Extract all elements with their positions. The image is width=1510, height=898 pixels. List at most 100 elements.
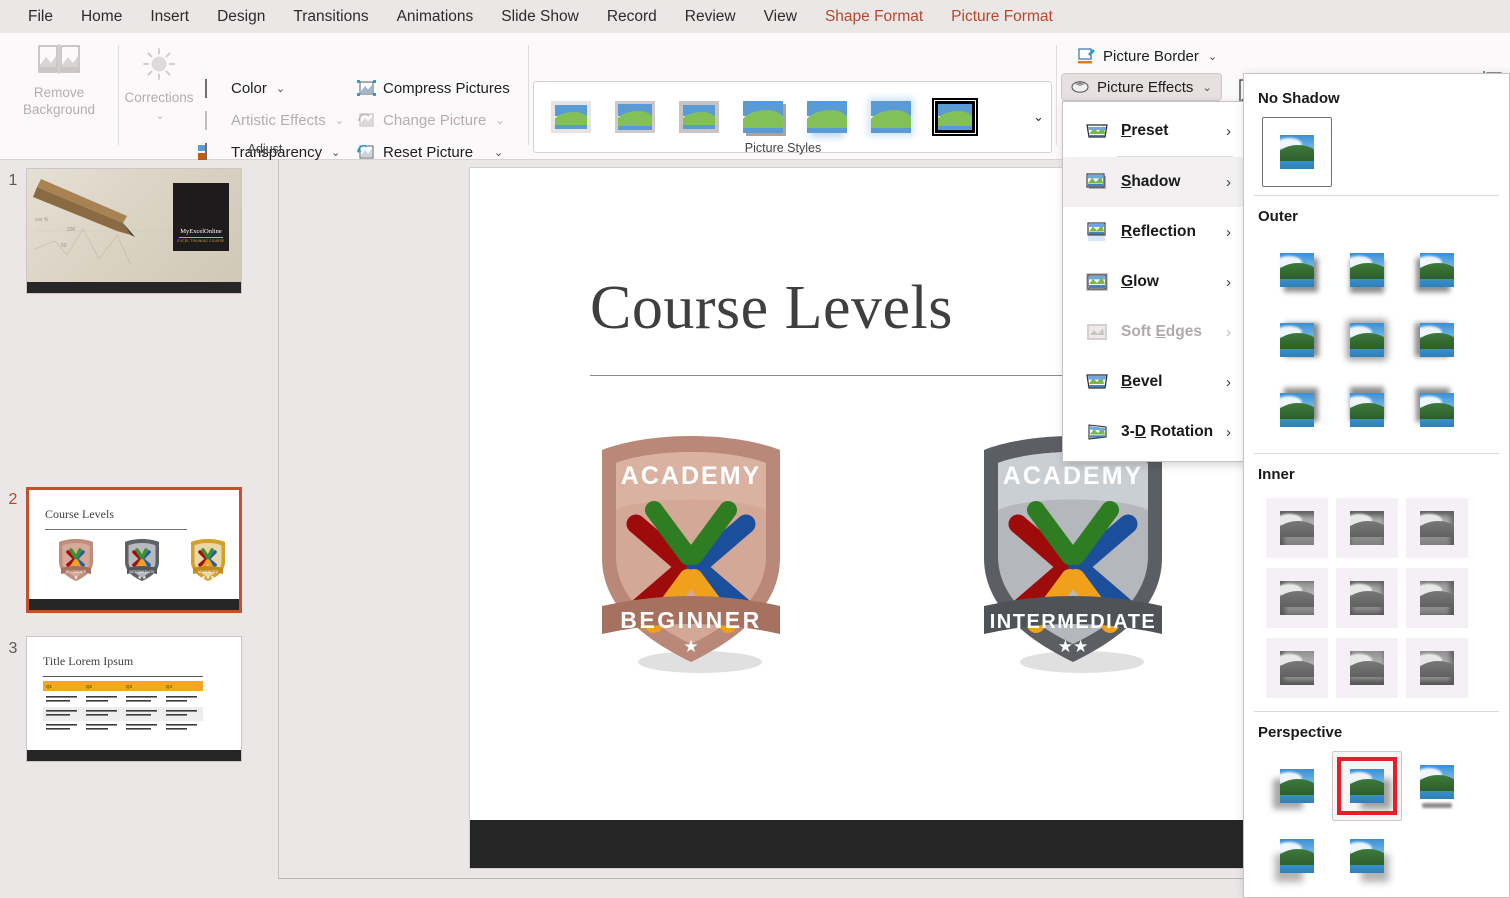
menu-item-glow[interactable]: Glow › [1063, 257, 1243, 307]
picture-style-thumb-6[interactable] [860, 89, 922, 145]
tab-record[interactable]: Record [593, 4, 671, 30]
slide3-th-q2: Q2 [86, 684, 93, 689]
chevron-down-icon[interactable]: ⌄ [276, 82, 285, 95]
color-button[interactable]: Color ⌄ [200, 73, 290, 103]
picture-effects-menu[interactable]: Preset › Shadow › Reflection › Glow › So… [1062, 101, 1244, 462]
slide-thumbnail-canvas[interactable]: xxx % 200 50 MyExcelOnline EXCEL TRAININ… [26, 168, 242, 294]
chevron-down-icon[interactable]: ⌄ [1208, 50, 1217, 63]
slide-thumbnail-2[interactable]: 2 Course Levels BEGINNER ★ INTERMEDIATE … [0, 487, 242, 613]
svg-text:200: 200 [67, 227, 76, 233]
shadow-group-perspective[interactable] [1244, 749, 1476, 893]
shadow-thumb-inner-2[interactable] [1332, 493, 1402, 563]
slide-thumbnail-1[interactable]: 1 xxx % 200 50 MyExcelOnline EXCEL TRAIN… [0, 168, 242, 294]
slide2-badge-advanced: ADVANCED ★★★ [189, 538, 227, 582]
svg-text:INTERMEDIATE: INTERMEDIATE [130, 570, 156, 574]
shadow-thumb-inner-5[interactable] [1332, 563, 1402, 633]
change-picture-button[interactable]: Change Picture ⌄ [352, 105, 510, 135]
tab-shape-format[interactable]: Shape Format [811, 4, 937, 30]
slides-thumbnail-panel[interactable]: 1 xxx % 200 50 MyExcelOnline EXCEL TRAIN… [0, 160, 278, 898]
shadow-thumb-no-shadow-1[interactable] [1262, 117, 1332, 187]
tab-animations[interactable]: Animations [383, 4, 488, 30]
shadow-thumb-outer-5[interactable] [1332, 305, 1402, 375]
tab-insert[interactable]: Insert [136, 4, 203, 30]
shadow-thumb-inner-8[interactable] [1332, 633, 1402, 703]
picture-border-icon [1077, 48, 1096, 64]
badge-intermediate[interactable]: ACADEMY INTERMEDIATE ★★ [970, 430, 1180, 680]
shadow-thumb-inner-4[interactable] [1262, 563, 1332, 633]
svg-text:ACADEMY: ACADEMY [621, 462, 761, 490]
tab-review[interactable]: Review [671, 4, 750, 30]
slide-thumbnail-canvas[interactable]: Course Levels BEGINNER ★ INTERMEDIATE ★★… [26, 487, 242, 613]
menu-item-reflection[interactable]: Reflection › [1063, 207, 1243, 257]
svg-text:50: 50 [61, 243, 67, 249]
picture-style-thumb-4[interactable] [732, 89, 794, 145]
menu-item-3d-rotation[interactable]: 3-D Rotation › [1063, 407, 1243, 457]
shadow-submenu-panel[interactable]: No Shadow Outer Inner Perspective [1243, 73, 1510, 898]
chevron-down-icon[interactable]: ⌄ [155, 109, 164, 122]
corrections-button[interactable]: Corrections ⌄ [120, 47, 198, 122]
chevron-right-icon: › [1226, 122, 1231, 140]
picture-effects-label: Picture Effects [1097, 78, 1194, 96]
tab-design[interactable]: Design [203, 4, 279, 30]
slide-thumbnail-canvas[interactable]: Title Lorem Ipsum Q1 Q2 Q3 Q4 [26, 636, 242, 762]
shadow-group-no-shadow[interactable] [1244, 115, 1509, 189]
shadow-thumb-outer-8[interactable] [1332, 375, 1402, 445]
shadow-thumb-outer-2[interactable] [1332, 235, 1402, 305]
tab-view[interactable]: View [750, 4, 811, 30]
picture-style-thumb-7[interactable] [924, 89, 986, 145]
tab-home[interactable]: Home [67, 4, 136, 30]
shadow-thumb-outer-7[interactable] [1262, 375, 1332, 445]
remove-background-icon [37, 43, 81, 79]
shadow-thumb-inner-6[interactable] [1402, 563, 1472, 633]
section-divider [1254, 711, 1499, 712]
shadow-thumb-outer-3[interactable] [1402, 235, 1472, 305]
shadow-thumb-outer-9[interactable] [1402, 375, 1472, 445]
shadow-thumb-inner-7[interactable] [1262, 633, 1332, 703]
remove-background-button[interactable]: Remove Background [8, 43, 110, 117]
picture-style-thumb-2[interactable] [604, 89, 666, 145]
picture-border-button[interactable]: Picture Border ⌄ [1068, 42, 1226, 70]
compress-pictures-button[interactable]: Compress Pictures [352, 73, 515, 103]
shadow-thumb-perspective-3[interactable] [1402, 751, 1472, 821]
artistic-effects-button[interactable]: Artistic Effects ⌄ [200, 105, 349, 135]
shadow-thumb-perspective-5[interactable] [1332, 821, 1402, 891]
slide-title[interactable]: Course Levels [590, 273, 953, 344]
shadow-thumb-perspective-2[interactable] [1332, 751, 1402, 821]
picture-style-thumb-1[interactable] [540, 89, 602, 145]
tab-picture-format[interactable]: Picture Format [937, 4, 1067, 36]
svg-text:★: ★ [683, 637, 698, 656]
section-divider [1254, 195, 1499, 196]
chevron-down-icon[interactable]: ⌄ [495, 114, 504, 127]
tab-file[interactable]: File [14, 4, 67, 30]
shadow-thumb-perspective-4[interactable] [1262, 821, 1332, 891]
slide-thumbnail-3[interactable]: 3 Title Lorem Ipsum Q1 Q2 Q3 Q4 [0, 636, 242, 762]
menu-item-shadow[interactable]: Shadow › [1063, 157, 1243, 207]
shadow-thumb-inner-1[interactable] [1262, 493, 1332, 563]
tab-slide-show[interactable]: Slide Show [487, 4, 593, 30]
shadow-thumb-outer-1[interactable] [1262, 235, 1332, 305]
shadow-group-outer[interactable] [1244, 233, 1476, 447]
shadow-section-inner-title: Inner [1258, 466, 1295, 483]
ribbon-tab-bar: File Home Insert Design Transitions Anim… [0, 0, 1510, 36]
preset-effect-icon [1085, 121, 1109, 141]
menu-item-preset[interactable]: Preset › [1063, 106, 1243, 156]
shadow-thumb-outer-4[interactable] [1262, 305, 1332, 375]
chevron-down-icon[interactable]: ⌄ [335, 114, 344, 127]
shadow-thumb-inner-3[interactable] [1402, 493, 1472, 563]
picture-style-thumb-3[interactable] [668, 89, 730, 145]
picture-effects-button[interactable]: Picture Effects ⌄ [1061, 73, 1222, 101]
badge-beginner[interactable]: ACADEMY BEGINNER ★ [588, 430, 798, 680]
chevron-down-icon[interactable]: ⌄ [1202, 81, 1211, 94]
picture-style-thumb-5[interactable] [796, 89, 858, 145]
artistic-effects-label: Artistic Effects [231, 111, 326, 129]
shadow-thumb-perspective-1[interactable] [1262, 751, 1332, 821]
rotation-3d-effect-icon [1085, 422, 1109, 442]
shadow-thumb-outer-6[interactable] [1402, 305, 1472, 375]
shadow-section-outer-title: Outer [1258, 208, 1299, 225]
shadow-group-inner[interactable] [1244, 491, 1476, 705]
svg-text:★★★: ★★★ [201, 575, 215, 581]
menu-item-bevel[interactable]: Bevel › [1063, 357, 1243, 407]
slide1-logo-subtext: EXCEL TRAINING COURSE [177, 239, 225, 243]
shadow-thumb-inner-9[interactable] [1402, 633, 1472, 703]
tab-transitions[interactable]: Transitions [279, 4, 382, 30]
